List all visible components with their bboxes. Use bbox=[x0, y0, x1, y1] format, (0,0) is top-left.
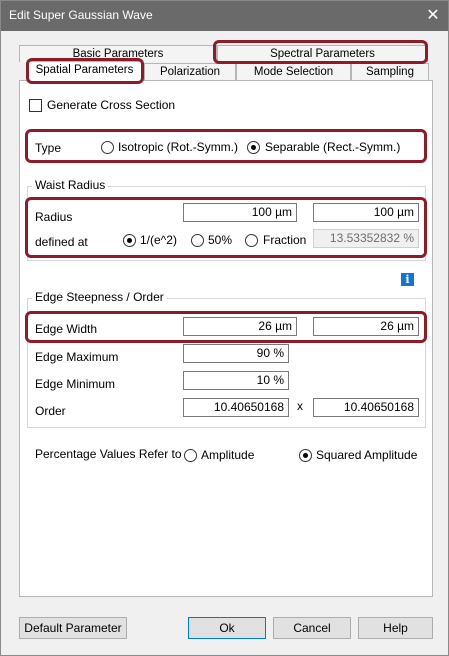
radius-x-input[interactable]: 100 µm bbox=[183, 203, 297, 222]
cancel-button[interactable]: Cancel bbox=[273, 617, 351, 639]
defined-at-1e2-radio[interactable] bbox=[123, 234, 136, 247]
default-parameter-button[interactable]: Default Parameter bbox=[19, 617, 127, 639]
defined-at-50-radio[interactable] bbox=[191, 234, 204, 247]
tab-label: Spatial Parameters bbox=[35, 64, 134, 76]
radius-label: Radius bbox=[35, 210, 73, 224]
tab-label: Sampling bbox=[366, 66, 414, 78]
type-separable-radio[interactable] bbox=[247, 141, 260, 154]
type-isotropic-label: Isotropic (Rot.-Symm.) bbox=[118, 140, 239, 154]
tab-label: Polarization bbox=[159, 66, 221, 78]
defined-at-fraction-label: Fraction bbox=[263, 233, 307, 247]
defined-at-label: defined at bbox=[35, 235, 88, 249]
order-label: Order bbox=[35, 404, 66, 418]
edge-max-input[interactable]: 90 % bbox=[183, 344, 289, 363]
radius-y-input[interactable]: 100 µm bbox=[313, 203, 419, 222]
generate-cross-section-label: Generate Cross Section bbox=[47, 98, 176, 112]
percentage-squared-amplitude-label: Squared Amplitude bbox=[316, 448, 418, 462]
generate-cross-section-checkbox[interactable] bbox=[29, 99, 42, 112]
type-isotropic-radio[interactable] bbox=[101, 141, 114, 154]
edge-width-label: Edge Width bbox=[35, 322, 98, 336]
tab-polarization[interactable]: Polarization bbox=[144, 63, 236, 80]
order-y-input[interactable]: 10.40650168 bbox=[313, 398, 419, 417]
tab-spatial-parameters[interactable]: Spatial Parameters bbox=[27, 61, 142, 81]
edge-max-label: Edge Maximum bbox=[35, 350, 119, 364]
type-label: Type bbox=[35, 141, 62, 155]
percentage-amplitude-radio[interactable] bbox=[184, 449, 197, 462]
percentage-label: Percentage Values Refer to bbox=[35, 447, 182, 461]
window-title: Edit Super Gaussian Wave bbox=[9, 8, 153, 22]
percentage-squared-amplitude-radio[interactable] bbox=[299, 449, 312, 462]
defined-at-50-label: 50% bbox=[208, 233, 233, 247]
edge-min-input[interactable]: 10 % bbox=[183, 371, 289, 390]
waist-radius-group-title: Waist Radius bbox=[32, 178, 109, 192]
tab-spectral-parameters[interactable]: Spectral Parameters bbox=[217, 45, 428, 62]
defined-at-fraction-radio[interactable] bbox=[245, 234, 258, 247]
tab-mode-selection[interactable]: Mode Selection bbox=[236, 63, 351, 80]
order-x-input[interactable]: 10.40650168 bbox=[183, 398, 289, 417]
type-separable-label: Separable (Rect.-Symm.) bbox=[265, 140, 401, 154]
edge-steepness-group-title: Edge Steepness / Order bbox=[32, 290, 167, 304]
fraction-input: 13.53352832 % bbox=[313, 229, 419, 248]
edge-min-label: Edge Minimum bbox=[35, 377, 116, 391]
tab-label: Basic Parameters bbox=[72, 48, 164, 60]
ok-button[interactable]: Ok bbox=[188, 617, 266, 639]
tab-label: Spectral Parameters bbox=[270, 48, 375, 60]
defined-at-1e2-label: 1/(e^2) bbox=[140, 233, 177, 247]
tab-basic-parameters[interactable]: Basic Parameters bbox=[19, 45, 217, 62]
dialog-window: Edit Super Gaussian Wave ✕ Basic Paramet… bbox=[0, 0, 449, 656]
info-icon[interactable]: i bbox=[401, 273, 414, 286]
edge-width-y-input[interactable]: 26 µm bbox=[313, 317, 419, 336]
title-bar[interactable]: Edit Super Gaussian Wave ✕ bbox=[1, 1, 448, 31]
tab-sampling[interactable]: Sampling bbox=[351, 63, 429, 80]
tab-label: Mode Selection bbox=[253, 66, 334, 78]
edge-width-x-input[interactable]: 26 µm bbox=[183, 317, 297, 336]
close-icon[interactable]: ✕ bbox=[418, 1, 448, 31]
help-button[interactable]: Help bbox=[358, 617, 433, 639]
percentage-amplitude-label: Amplitude bbox=[201, 448, 255, 462]
order-separator: x bbox=[297, 399, 303, 413]
waist-radius-group: Waist Radius bbox=[27, 178, 426, 261]
